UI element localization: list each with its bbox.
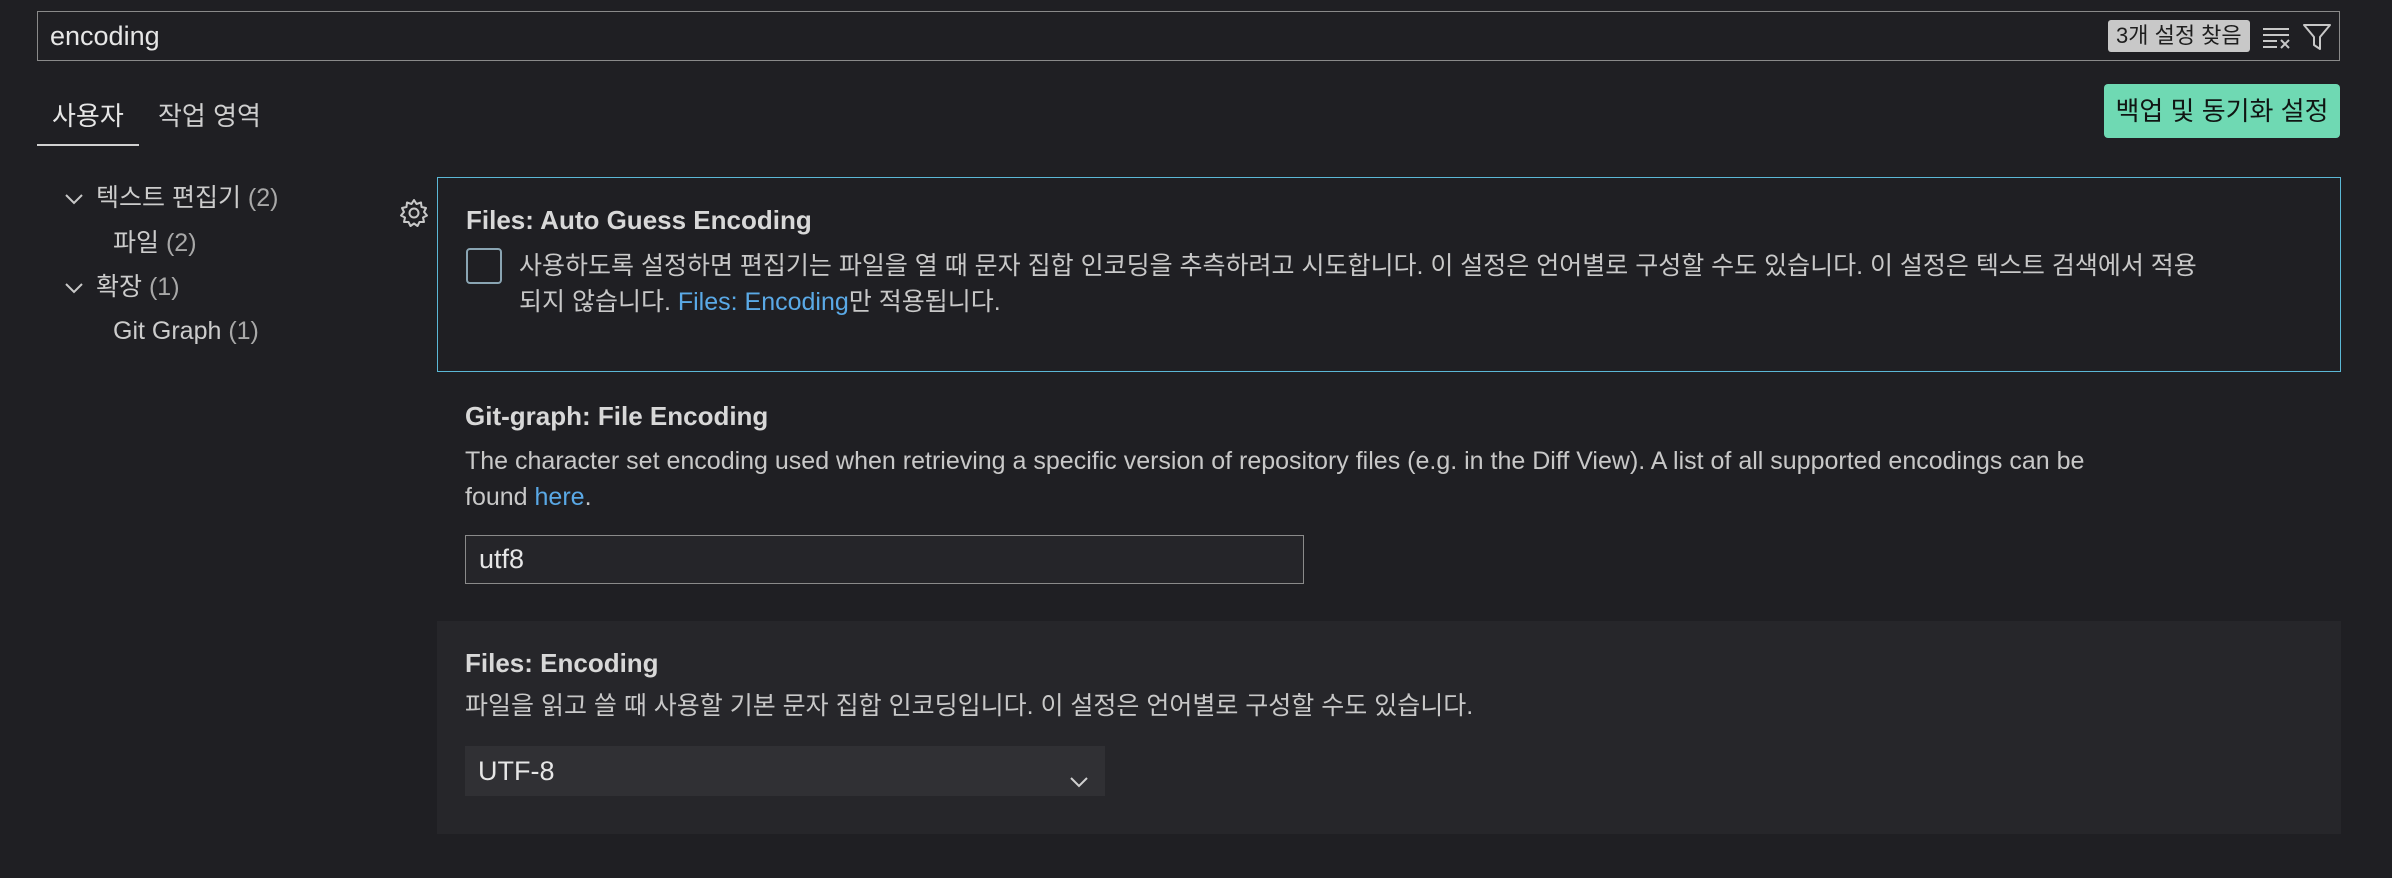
setting-title: Git-graph: File Encoding <box>465 401 769 431</box>
tab-workspace[interactable]: 작업 영역 <box>143 96 276 146</box>
toc-item-label: 확장 <box>96 273 143 301</box>
description-text: 되지 않습니다. <box>519 288 678 316</box>
chevron-down-icon[interactable] <box>63 277 85 299</box>
gear-icon[interactable] <box>399 198 429 228</box>
encoding-select[interactable]: UTF-8 <box>465 746 1105 796</box>
toc-item-label: 파일 <box>113 229 160 257</box>
toc-item-count: (2) <box>247 184 279 212</box>
toc-item-files[interactable]: 파일 (2) <box>113 225 197 261</box>
filter-icon[interactable] <box>2300 20 2334 54</box>
description-line: found here. <box>465 479 2084 515</box>
setting-title: Files: Encoding <box>465 648 659 678</box>
backup-sync-settings-button[interactable]: 백업 및 동기화 설정 <box>2104 84 2340 138</box>
description-line: The character set encoding used when ret… <box>465 447 2085 475</box>
supported-encodings-link[interactable]: here <box>535 483 585 511</box>
description-text: 만 적용됩니다. <box>848 288 1001 316</box>
files-encoding-link[interactable]: Files: Encoding <box>678 288 849 316</box>
toc-item-label: Git Graph <box>113 317 222 345</box>
setting-files-auto-guess-encoding: Files: Auto Guess Encoding 사용하도록 설정하면 편집… <box>437 177 2341 372</box>
settings-editor: 3개 설정 찾음 사용자 작업 영역 백업 및 동기화 설정 <box>0 0 2392 878</box>
chevron-down-icon <box>1067 760 1091 788</box>
setting-git-graph-file-encoding: Git-graph: File Encoding The character s… <box>437 378 2341 618</box>
auto-guess-encoding-checkbox[interactable] <box>466 248 502 284</box>
description-line: 되지 않습니다. Files: Encoding만 적용됩니다. <box>519 284 2197 320</box>
search-input[interactable] <box>50 21 1850 51</box>
setting-title: Files: Auto Guess Encoding <box>466 205 812 235</box>
file-encoding-input[interactable] <box>465 535 1304 584</box>
tab-user[interactable]: 사용자 <box>37 96 139 146</box>
chevron-down-icon[interactable] <box>63 188 85 210</box>
settings-search-bar: 3개 설정 찾음 <box>37 11 2340 61</box>
clear-filter-icon[interactable] <box>2260 22 2294 52</box>
toc-item-count: (1) <box>228 317 259 345</box>
toc-item-text-editor[interactable]: 텍스트 편집기 (2) <box>96 180 278 216</box>
setting-files-encoding: Files: Encoding 파일을 읽고 쓸 때 사용할 기본 문자 집합 … <box>437 621 2341 834</box>
selected-value: UTF-8 <box>478 756 555 786</box>
toc-item-count: (2) <box>165 229 197 257</box>
setting-description: The character set encoding used when ret… <box>465 443 2084 515</box>
setting-description: 파일을 읽고 쓸 때 사용할 기본 문자 집합 인코딩입니다. 이 설정은 언어… <box>465 692 1474 720</box>
toc-item-extensions[interactable]: 확장 (1) <box>96 269 180 305</box>
toc-item-git-graph[interactable]: Git Graph (1) <box>113 313 259 349</box>
toc-item-count: (1) <box>148 273 180 301</box>
setting-description: 사용하도록 설정하면 편집기는 파일을 열 때 문자 집합 인코딩을 추측하려고… <box>519 248 2197 320</box>
description-text: found <box>465 483 535 511</box>
description-line: 사용하도록 설정하면 편집기는 파일을 열 때 문자 집합 인코딩을 추측하려고… <box>519 252 2197 280</box>
toc-item-label: 텍스트 편집기 <box>96 184 241 212</box>
description-text: . <box>584 483 592 511</box>
results-count-badge: 3개 설정 찾음 <box>2108 20 2250 52</box>
